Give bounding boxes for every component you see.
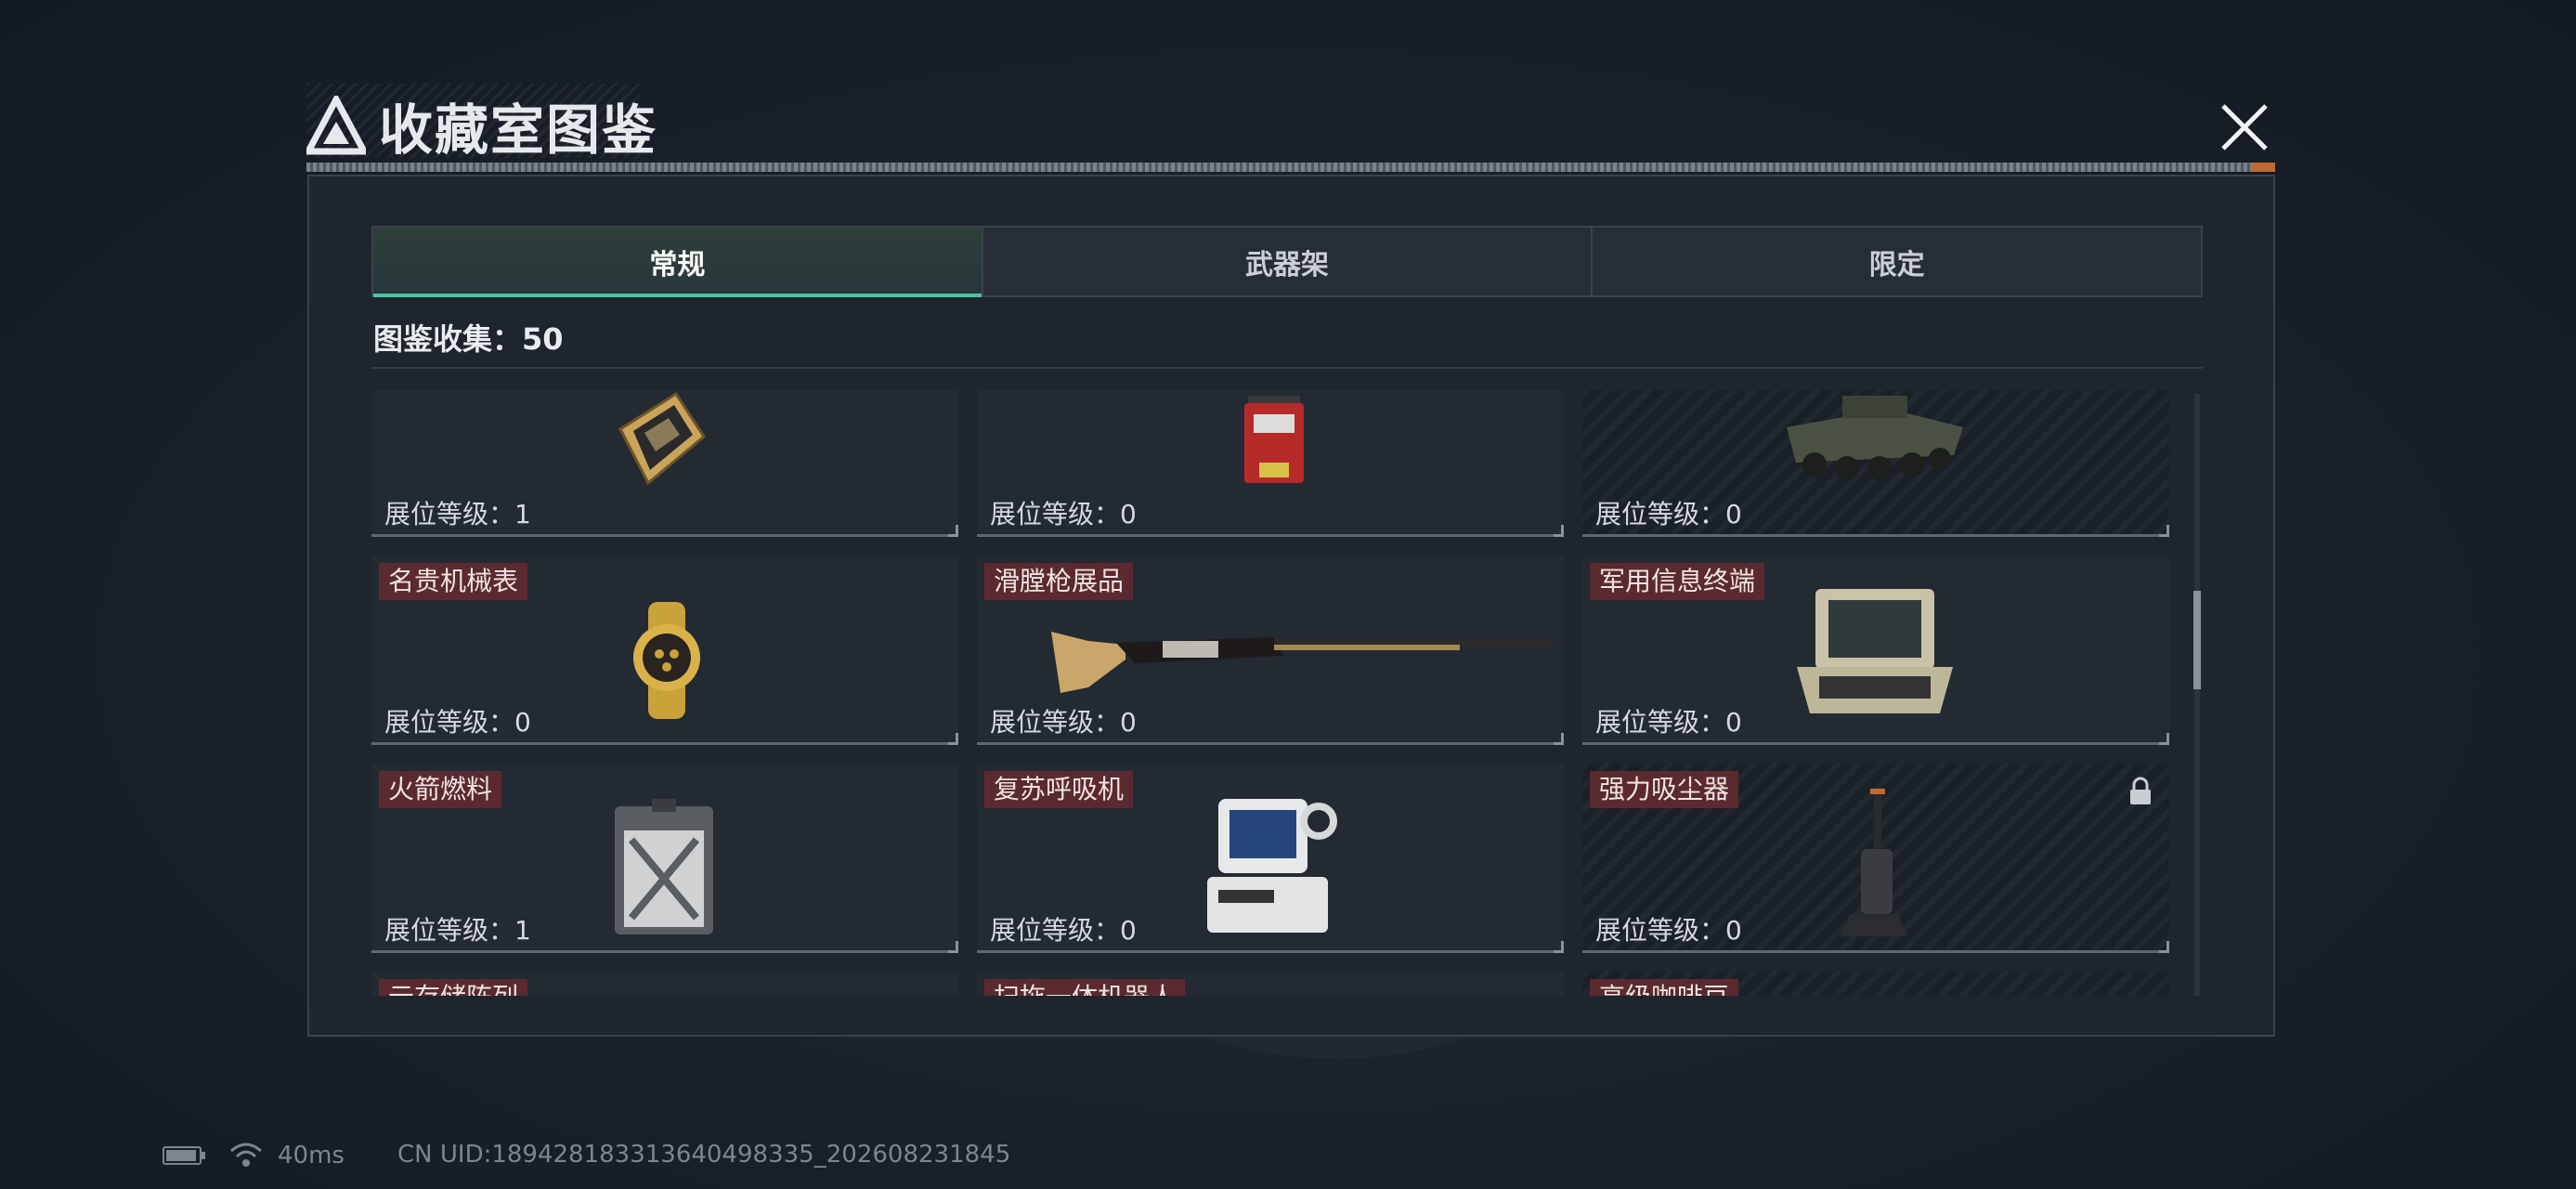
item-name: 军用信息终端 xyxy=(1590,563,1765,600)
ping-text: 40ms xyxy=(278,1142,345,1169)
vacuum-cleaner-icon xyxy=(1841,789,1907,936)
lock-icon xyxy=(2130,777,2151,804)
card-underline xyxy=(977,941,1564,953)
item-name: 滑膛枪展品 xyxy=(984,563,1134,600)
scrollbar-track[interactable] xyxy=(2194,394,2200,996)
card-underline xyxy=(371,525,958,537)
item-level: 展位等级：0 xyxy=(1595,499,1742,529)
ventilator-icon xyxy=(1207,799,1337,933)
item-grid: 展位等级：1 展位等级：0 展位等级：0 名贵机械表 展位等级：0 滑膛枪展品 … xyxy=(371,390,2180,996)
item-name: 复苏呼吸机 xyxy=(984,771,1134,808)
item-level: 展位等级：1 xyxy=(384,499,531,529)
item-name: 名贵机械表 xyxy=(379,563,528,600)
card-underline xyxy=(1582,733,2169,745)
item-card-fuel[interactable]: 火箭燃料 展位等级：1 xyxy=(371,764,958,953)
item-card-ventilator[interactable]: 复苏呼吸机 展位等级：0 xyxy=(977,764,1564,953)
item-name: 强力吸尘器 xyxy=(1590,771,1739,808)
title-divider-accent xyxy=(2251,163,2275,172)
item-level: 展位等级：0 xyxy=(1595,707,1742,738)
card-underline xyxy=(977,525,1564,537)
title-bar: 收藏室图鉴 xyxy=(306,88,657,163)
scrollbar-thumb[interactable] xyxy=(2193,591,2201,689)
close-icon[interactable] xyxy=(2212,95,2277,160)
item-level: 展位等级：0 xyxy=(1595,915,1742,946)
card-underline xyxy=(1582,525,2169,537)
item-card-cloud-storage[interactable]: 云存储阵列 xyxy=(371,972,958,996)
item-card-coffee[interactable]: 高级咖啡豆 xyxy=(1582,972,2169,996)
item-name: 火箭燃料 xyxy=(379,771,502,808)
item-card-watch[interactable]: 名贵机械表 展位等级：0 xyxy=(371,555,958,745)
item-card-vehicle[interactable]: 展位等级：0 xyxy=(1582,390,2169,537)
item-card-chip[interactable]: 展位等级：1 xyxy=(371,390,958,537)
collection-count: 图鉴收集：50 xyxy=(373,316,564,359)
category-tabs: 常规 武器架 限定 xyxy=(371,226,2203,297)
item-name: 云存储阵列 xyxy=(379,979,528,996)
item-card-red-device[interactable]: 展位等级：0 xyxy=(977,390,1564,537)
status-bar: 40ms xyxy=(163,1139,345,1172)
military-terminal-icon xyxy=(1797,589,1953,713)
card-underline xyxy=(371,733,958,745)
item-card-terminal[interactable]: 军用信息终端 展位等级：0 xyxy=(1582,555,2169,745)
delta-logo-icon xyxy=(306,96,366,155)
tab-weapon-rack[interactable]: 武器架 xyxy=(983,228,1594,295)
divider xyxy=(371,367,2203,369)
tab-limited[interactable]: 限定 xyxy=(1593,228,2201,295)
item-name: 扫拖一体机器人 xyxy=(984,979,1186,996)
uid-text: CN UID:18942818331364049833​5_2026082318… xyxy=(397,1141,1011,1169)
wifi-icon xyxy=(230,1143,262,1167)
collection-count-label: 图鉴收集： xyxy=(373,321,523,357)
battery-icon xyxy=(163,1146,205,1165)
red-device-icon xyxy=(1244,396,1304,483)
item-level: 展位等级：0 xyxy=(990,499,1137,529)
tab-regular[interactable]: 常规 xyxy=(373,228,983,297)
item-level: 展位等级：0 xyxy=(990,707,1137,738)
item-level: 展位等级：1 xyxy=(384,915,531,946)
collection-count-value: 50 xyxy=(522,321,564,357)
item-card-vacuum[interactable]: 强力吸尘器 展位等级：0 xyxy=(1582,764,2169,953)
chip-card-icon xyxy=(618,392,706,486)
card-underline xyxy=(371,941,958,953)
fuel-canister-icon xyxy=(615,799,713,934)
musket-icon xyxy=(1051,632,1553,693)
item-level: 展位等级：0 xyxy=(384,707,531,738)
armored-vehicle-icon xyxy=(1787,396,1963,480)
item-level: 展位等级：0 xyxy=(990,915,1137,946)
page-title: 收藏室图鉴 xyxy=(379,98,658,162)
item-card-musket[interactable]: 滑膛枪展品 展位等级：0 xyxy=(977,555,1564,745)
card-underline xyxy=(977,733,1564,745)
item-name: 高级咖啡豆 xyxy=(1590,979,1739,996)
gold-watch-icon xyxy=(633,602,700,719)
title-divider xyxy=(306,163,2275,172)
card-underline xyxy=(1582,941,2169,953)
item-card-robot[interactable]: 扫拖一体机器人 xyxy=(977,972,1564,996)
